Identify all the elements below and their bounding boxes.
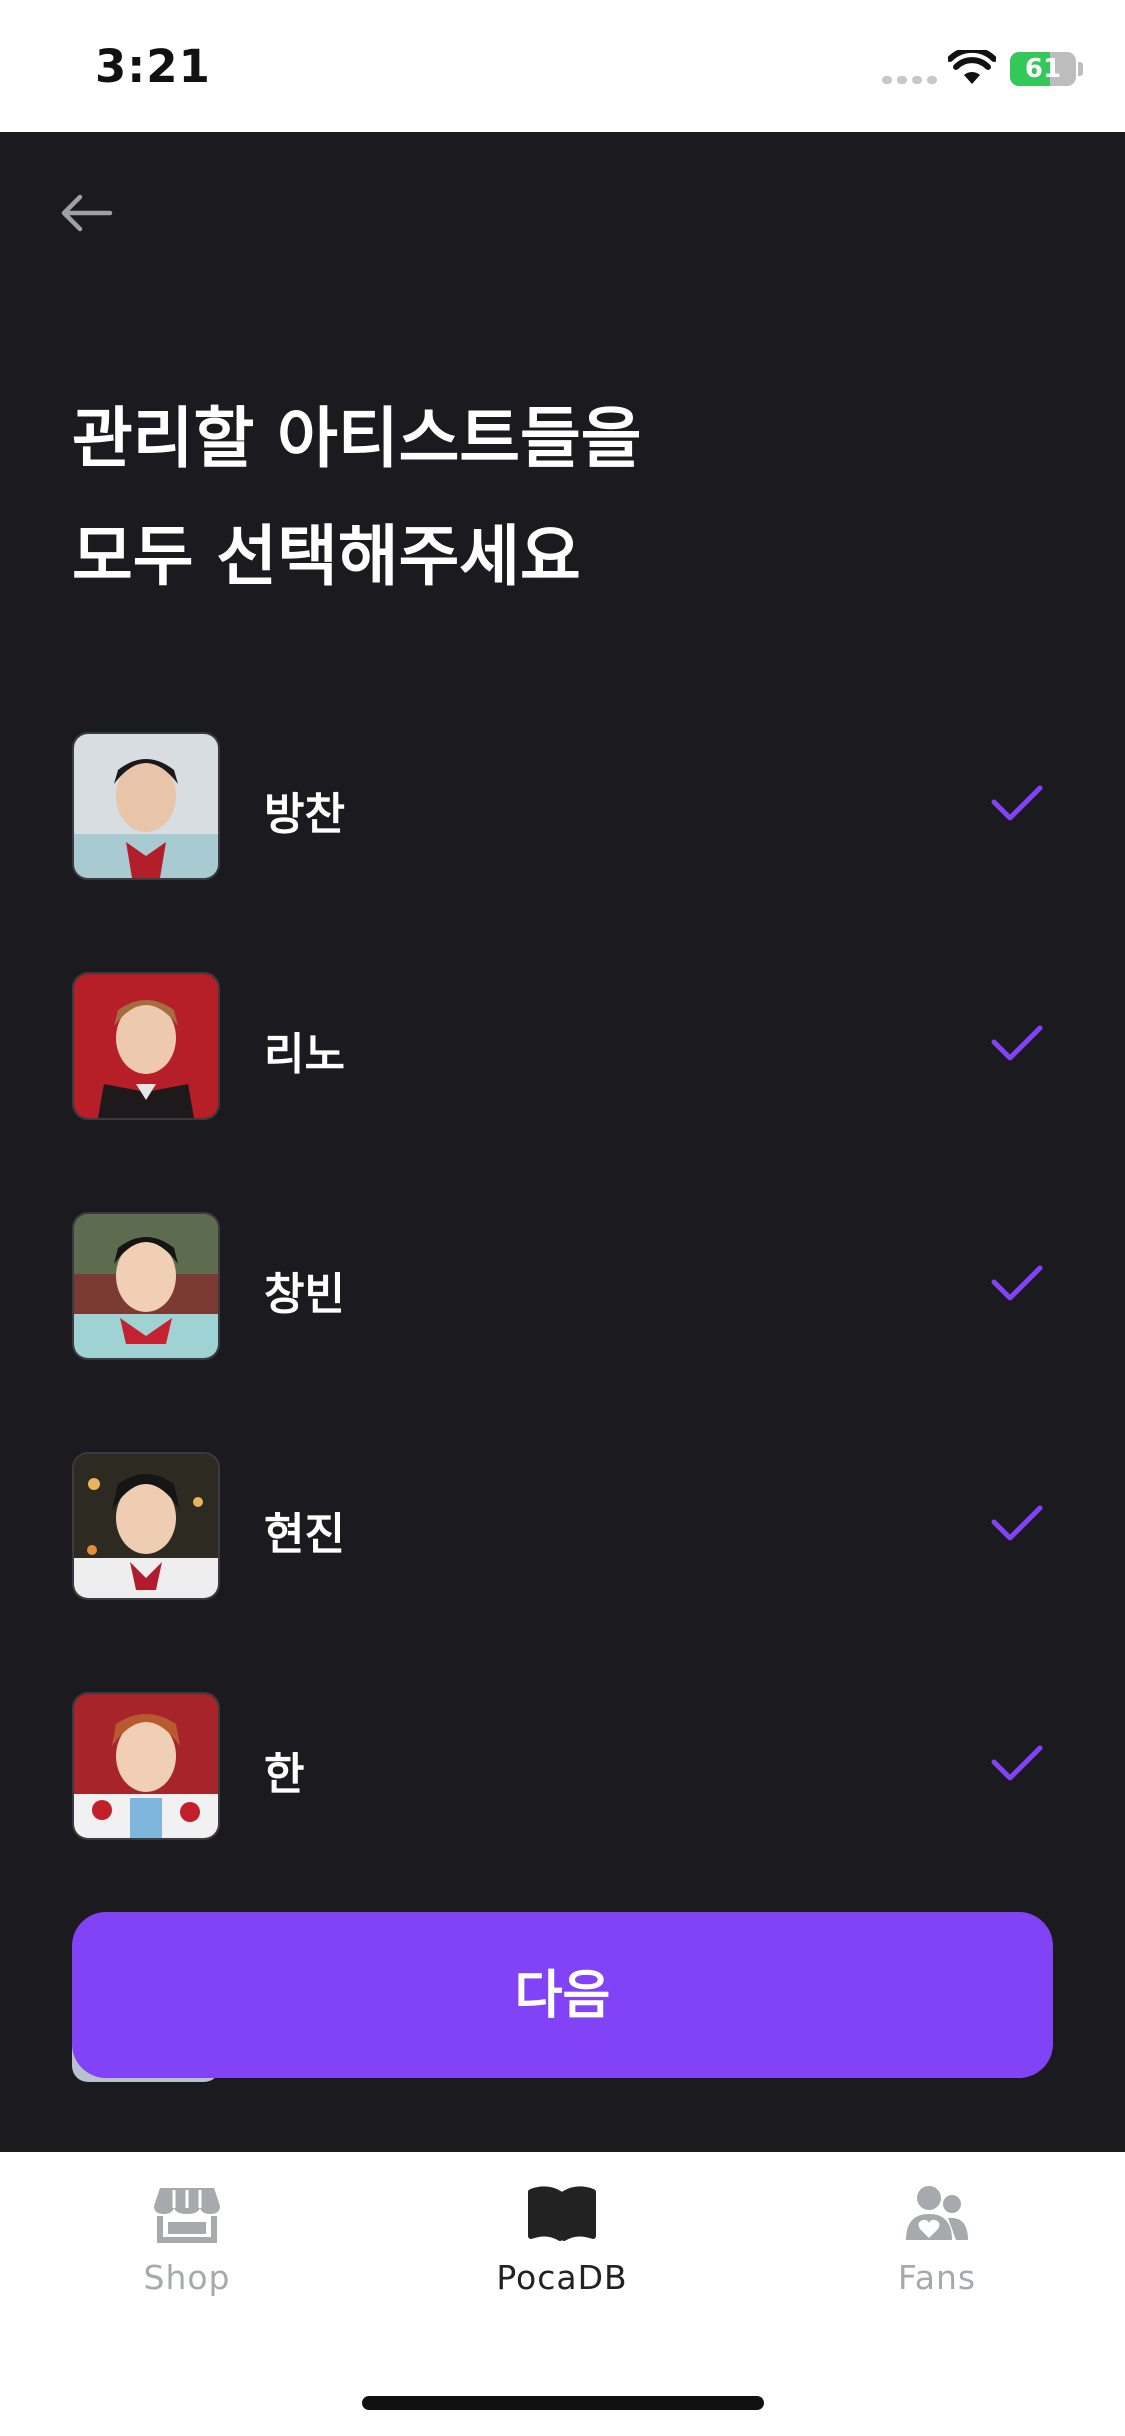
check-icon	[991, 1025, 1043, 1061]
battery-cap	[1078, 62, 1083, 76]
artist-name: 현진	[264, 1509, 345, 1560]
artist-name: 한	[264, 1749, 305, 1800]
artist-row-hyunjin[interactable]: 현진	[0, 1452, 1125, 1602]
tab-label: PocaDB	[496, 2258, 628, 2297]
wifi-icon	[948, 50, 996, 84]
page-title-line-1: 관리할 아티스트들을	[72, 400, 642, 477]
check-icon	[991, 785, 1043, 821]
battery-level: 61	[1024, 54, 1062, 84]
check-icon	[991, 1265, 1043, 1301]
home-indicator	[362, 2396, 764, 2410]
artist-row-changbin[interactable]: 창빈	[0, 1212, 1125, 1362]
shop-icon	[154, 2188, 220, 2243]
artist-row-lino[interactable]: 리노	[0, 972, 1125, 1122]
artist-row-han[interactable]: 한	[0, 1692, 1125, 1842]
tab-label: Fans	[897, 2258, 977, 2297]
next-button[interactable]: 다음	[72, 1912, 1053, 2078]
check-icon	[991, 1505, 1043, 1541]
page-title-line-2: 모두 선택해주세요	[72, 518, 581, 595]
tab-fans[interactable]: Fans	[812, 2182, 1062, 2312]
artist-name: 창빈	[264, 1269, 345, 1320]
tab-pocadb[interactable]: PocaDB	[437, 2182, 687, 2312]
arrow-left-icon	[61, 194, 113, 231]
back-button[interactable]	[56, 185, 116, 240]
tab-label: Shop	[143, 2258, 231, 2297]
artist-avatar	[72, 1452, 220, 1600]
page-title: 관리할 아티스트들을 모두 선택해주세요	[72, 380, 1052, 616]
check-icon	[991, 1745, 1043, 1781]
artist-avatar	[72, 1692, 220, 1840]
book-icon	[528, 2186, 596, 2241]
artist-row-bangchan[interactable]: 방찬	[0, 732, 1125, 882]
artist-avatar	[72, 1212, 220, 1360]
tab-bar: Shop PocaDB Fans	[0, 2152, 1125, 2436]
artist-name: 방찬	[264, 789, 345, 840]
battery-icon: 61	[1010, 52, 1076, 86]
artist-name: 리노	[264, 1029, 345, 1080]
artist-avatar	[72, 732, 220, 880]
status-bar: 3:21 61	[0, 0, 1125, 132]
fans-icon	[906, 2186, 968, 2240]
status-time: 3:21	[95, 40, 211, 93]
cellular-signal-icon	[882, 76, 937, 84]
tab-shop[interactable]: Shop	[62, 2182, 312, 2312]
artist-avatar	[72, 972, 220, 1120]
